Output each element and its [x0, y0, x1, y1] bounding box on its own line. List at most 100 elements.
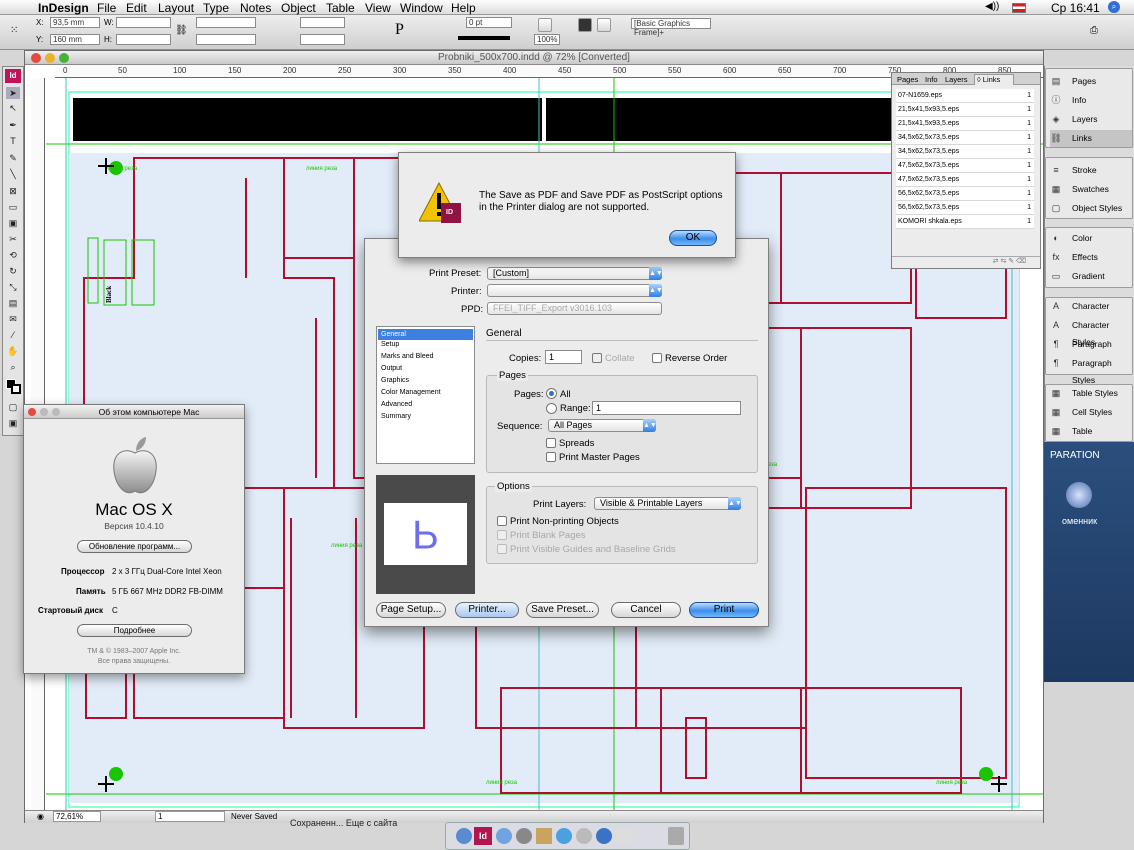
object-style-select[interactable]: [Basic Graphics Frame]+: [631, 18, 711, 37]
panel-info[interactable]: ⓘ Info: [1050, 92, 1132, 109]
link-row[interactable]: 47,5x62,5x73,5.eps 1: [896, 159, 1034, 173]
app-menu[interactable]: InDesign: [38, 1, 89, 15]
address-book-icon[interactable]: [536, 828, 552, 844]
safari-icon[interactable]: [496, 828, 512, 844]
page-setup-button[interactable]: Page Setup...: [376, 602, 446, 618]
scissors-tool-icon[interactable]: ✂: [6, 233, 20, 245]
spotlight-icon[interactable]: ⌕: [1108, 1, 1120, 13]
direct-selection-tool-icon[interactable]: ↖: [6, 102, 20, 114]
category-marks[interactable]: Marks and Bleed: [378, 353, 434, 360]
panel-layers[interactable]: ◈ Layers: [1050, 111, 1132, 128]
save-preset-button[interactable]: Save Preset...: [526, 602, 599, 618]
note-tool-icon[interactable]: ✉: [6, 313, 20, 325]
button-tool-icon[interactable]: ▣: [6, 217, 20, 229]
category-output[interactable]: Output: [378, 365, 402, 372]
x-field[interactable]: 93,5 mm: [50, 17, 100, 28]
selection-tool-icon[interactable]: ➤: [6, 87, 20, 99]
panel-gradient[interactable]: ▭ Gradient: [1050, 268, 1132, 285]
category-summary[interactable]: Summary: [378, 413, 411, 420]
minimize-icon[interactable]: [45, 53, 55, 63]
menu-edit[interactable]: Edit: [126, 1, 147, 15]
pen-tool-icon[interactable]: ✒: [6, 119, 20, 131]
guides-checkbox[interactable]: [497, 544, 507, 554]
category-general[interactable]: General: [378, 329, 473, 340]
type-tool-icon[interactable]: T: [6, 135, 20, 147]
pages-range-radio[interactable]: [546, 403, 557, 414]
link-row[interactable]: 21,5x41,5x93,5.eps 1: [896, 117, 1034, 131]
scale-x-field[interactable]: [196, 17, 256, 28]
sequence-select[interactable]: All Pages ▲▼: [548, 419, 657, 432]
panel-cell-styles[interactable]: ▦ Cell Styles: [1050, 404, 1132, 421]
tab-pages[interactable]: Pages: [897, 75, 918, 84]
panel-paragraph-styles[interactable]: ¶ Paragraph Styles: [1050, 355, 1132, 385]
category-graphics[interactable]: Graphics: [378, 377, 409, 384]
more-info-button[interactable]: Подробнее: [77, 624, 192, 637]
menu-file[interactable]: File: [97, 1, 116, 15]
printer-select[interactable]: ▲▼: [487, 284, 663, 297]
spreads-checkbox[interactable]: [546, 438, 556, 448]
zoom-field[interactable]: 72,61%: [53, 811, 101, 822]
panel-paragraph[interactable]: ¶ Paragraph: [1050, 336, 1132, 353]
copies-field[interactable]: 1: [545, 350, 582, 364]
menu-object[interactable]: Object: [281, 1, 316, 15]
eyedropper-tool-icon[interactable]: ⁄: [6, 329, 20, 341]
menu-table[interactable]: Table: [326, 1, 355, 15]
link-row[interactable]: 21,5x41,5x93,5.eps 1: [896, 103, 1034, 117]
frame-fill-icon[interactable]: [578, 18, 592, 32]
preview-icon[interactable]: [576, 828, 592, 844]
view-mode-icon[interactable]: ◉: [37, 812, 44, 821]
rectangle-tool-icon[interactable]: ▭: [6, 201, 20, 213]
page-field[interactable]: 1: [155, 811, 225, 822]
scale-y-field[interactable]: [196, 34, 256, 45]
panel-effects[interactable]: fx Effects: [1050, 249, 1132, 266]
panel-table[interactable]: ▦ Table: [1050, 423, 1132, 440]
zoom-tool-icon[interactable]: ⌕: [6, 361, 20, 373]
about-minimize-icon[interactable]: [40, 408, 48, 416]
master-pages-checkbox[interactable]: [546, 452, 556, 462]
indesign-dock-icon[interactable]: Id: [474, 827, 492, 845]
tab-layers[interactable]: Layers: [945, 75, 968, 84]
text-frame-icon[interactable]: P: [395, 21, 404, 39]
constrain-icon[interactable]: ⛓: [175, 25, 188, 36]
preview-mode-icon[interactable]: ▣: [6, 417, 20, 429]
link-row[interactable]: 56,5x62,5x73,5.eps 1: [896, 187, 1034, 201]
zoom-icon[interactable]: [59, 53, 69, 63]
scale-tool-icon[interactable]: ⤡: [6, 281, 20, 293]
menu-window[interactable]: Window: [400, 1, 443, 15]
range-field[interactable]: 1: [592, 401, 741, 415]
line-tool-icon[interactable]: ╲: [6, 168, 20, 180]
collate-checkbox[interactable]: [592, 353, 602, 363]
menu-clock[interactable]: Ср 16:41: [1051, 1, 1100, 15]
frame-stroke-icon[interactable]: [597, 18, 611, 32]
panel-character[interactable]: A Character: [1050, 298, 1132, 315]
rectangle-frame-tool-icon[interactable]: ⊠: [6, 185, 20, 197]
hand-tool-icon[interactable]: ✋: [6, 345, 20, 357]
opacity-field[interactable]: 100%: [534, 34, 560, 45]
print-layers-select[interactable]: Visible & Printable Layers ▲▼: [594, 497, 742, 510]
h-field[interactable]: [116, 34, 171, 45]
link-row[interactable]: 34,5x62,5x73,5.eps 1: [896, 131, 1034, 145]
stroke-swatch[interactable]: [11, 384, 21, 394]
cancel-button[interactable]: Cancel: [611, 602, 681, 618]
link-row[interactable]: 07-N1659.eps 1: [896, 89, 1034, 103]
panel-color[interactable]: ◐ Color: [1050, 230, 1132, 247]
print-button[interactable]: Print: [689, 602, 759, 618]
link-row[interactable]: 34,5x62,5x73,5.eps 1: [896, 145, 1034, 159]
software-update-button[interactable]: Обновление программ...: [77, 540, 192, 553]
tab-links[interactable]: ◊ Links: [974, 74, 1014, 85]
pages-all-radio[interactable]: [546, 388, 557, 399]
ppd-select[interactable]: FFEI_TIFF_Export v3016.103: [487, 302, 662, 315]
rotate-field[interactable]: [300, 17, 345, 28]
flag-icon[interactable]: [1012, 3, 1026, 13]
app-icon[interactable]: [616, 828, 632, 844]
shear-field[interactable]: [300, 34, 345, 45]
menu-notes[interactable]: Notes: [240, 1, 271, 15]
panel-character-styles[interactable]: A Character Styles: [1050, 317, 1132, 347]
trash-icon[interactable]: [668, 827, 684, 845]
printer-icon[interactable]: ⎙: [1090, 25, 1098, 36]
gradient-tool-icon[interactable]: ▤: [6, 297, 20, 309]
category-setup[interactable]: Setup: [378, 341, 399, 348]
about-close-icon[interactable]: [28, 408, 36, 416]
menu-view[interactable]: View: [365, 1, 391, 15]
tab-info[interactable]: Info: [925, 75, 938, 84]
